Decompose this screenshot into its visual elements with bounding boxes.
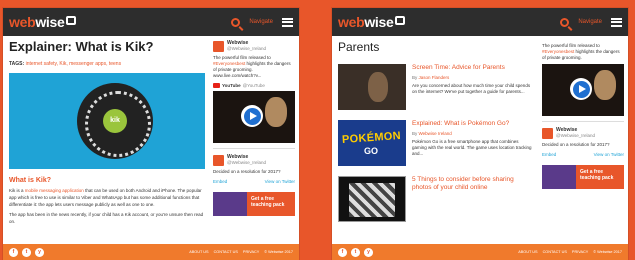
article-excerpt: Pokémon Go is a free smartphone app that… <box>412 139 532 156</box>
twitter-icon[interactable]: t <box>22 247 31 257</box>
article-thumbnail[interactable] <box>338 176 406 222</box>
video-embed[interactable] <box>213 91 295 143</box>
embed-link[interactable]: Embed <box>542 152 556 157</box>
list-item[interactable]: 5 Things to consider before sharing phot… <box>338 176 534 222</box>
sidebar: Webwise @Webwise_Ireland The powerful fil… <box>213 40 295 216</box>
avatar[interactable] <box>542 127 553 139</box>
section-heading: What is Kik? <box>9 176 52 184</box>
page-title: Explainer: What is Kik? <box>9 39 154 54</box>
footer-link-about[interactable]: ABOUT US <box>189 250 208 254</box>
article-main: Explainer: What is Kik? TAGS: internet s… <box>9 39 205 225</box>
hashtag-link[interactable]: #Everyonesbest <box>542 49 574 54</box>
author-link[interactable]: Webwise Ireland <box>419 131 452 136</box>
kik-logo: kik <box>103 108 127 133</box>
article-paragraph: The app has been in the news recently, i… <box>9 211 204 224</box>
footer-copyright: © Webwise 2017 <box>264 250 293 254</box>
footer-link-privacy[interactable]: PRIVACY <box>572 250 588 254</box>
search-icon[interactable] <box>231 17 241 27</box>
menu-icon[interactable] <box>611 17 622 27</box>
page-title: Parents <box>338 40 380 54</box>
article-title-link[interactable]: 5 Things to consider before sharing phot… <box>412 176 534 192</box>
play-button[interactable] <box>241 105 263 127</box>
facebook-icon[interactable]: f <box>9 247 18 257</box>
twitter-icon[interactable]: t <box>351 247 360 257</box>
article-title-link[interactable]: Screen Time: Advice for Parents <box>412 64 534 72</box>
tweet-card: Webwise @Webwise_Ireland Decided on a res… <box>542 127 610 147</box>
article-title-link[interactable]: Explained: What is Pokémon Go? <box>412 120 534 128</box>
left-screenshot: web wise Navigate Explainer: What is Kik?… <box>3 8 299 260</box>
webwise-logo[interactable]: web wise <box>9 14 77 30</box>
view-on-twitter-link[interactable]: View on Twitter <box>594 152 624 157</box>
page-background: web wise Navigate Explainer: What is Kik?… <box>0 0 635 260</box>
video-embed[interactable] <box>542 64 624 116</box>
header-bar: web wise Navigate <box>332 8 628 36</box>
tweet-card: Webwise @Webwise_Ireland The powerful fil… <box>213 40 291 78</box>
sidebar: The powerful film released to #Everyones… <box>542 40 624 189</box>
tweet-card: The powerful film released to #Everyones… <box>542 43 620 60</box>
parents-list: Parents Screen Time: Advice for Parents … <box>338 40 534 222</box>
navigate-link[interactable]: Navigate <box>249 19 273 25</box>
webwise-logo[interactable]: web wise <box>338 14 406 30</box>
tweet-card: Webwise @Webwise_Ireland Decided on a res… <box>213 154 281 174</box>
promo-banner[interactable]: Get a free teaching pack <box>213 192 295 216</box>
list-item[interactable]: POKÉMON GO Explained: What is Pokémon Go?… <box>338 120 534 166</box>
author-link[interactable]: Jason Flanders <box>419 75 450 80</box>
menu-icon[interactable] <box>282 17 293 27</box>
facebook-icon[interactable]: f <box>338 247 347 257</box>
footer-link-about[interactable]: ABOUT US <box>518 250 537 254</box>
youtube-label: YouTube @YouTube <box>213 83 295 88</box>
avatar[interactable] <box>213 40 224 52</box>
article-paragraph: Kik is a mobile messaging application th… <box>9 187 202 207</box>
search-icon[interactable] <box>560 17 570 27</box>
article-thumbnail[interactable] <box>338 64 406 110</box>
youtube-icon[interactable]: y <box>35 247 44 257</box>
youtube-icon[interactable]: y <box>364 247 373 257</box>
inline-link[interactable]: mobile messaging application <box>25 188 84 193</box>
navigate-link[interactable]: Navigate <box>578 19 602 25</box>
promo-banner[interactable]: Get a free teaching pack <box>542 165 624 189</box>
footer-copyright: © Webwise 2017 <box>593 250 622 254</box>
avatar[interactable] <box>213 154 224 166</box>
footer-bar: f t y ABOUT US CONTACT US PRIVACY © Webw… <box>3 244 299 260</box>
play-button[interactable] <box>570 78 592 100</box>
embed-link[interactable]: Embed <box>213 179 227 184</box>
footer-link-privacy[interactable]: PRIVACY <box>243 250 259 254</box>
article-thumbnail[interactable]: POKÉMON GO <box>338 120 406 166</box>
right-screenshot: web wise Navigate Parents Screen Time: Ad… <box>332 8 628 260</box>
hero-image: kik <box>9 72 205 169</box>
footer-link-contact[interactable]: CONTACT US <box>543 250 567 254</box>
list-item[interactable]: Screen Time: Advice for Parents By Jason… <box>338 64 534 110</box>
view-on-twitter-link[interactable]: View on Twitter <box>265 179 295 184</box>
footer-link-contact[interactable]: CONTACT US <box>214 250 238 254</box>
article-tags: TAGS: internet safety, Kik, messenger ap… <box>9 60 122 67</box>
youtube-icon <box>213 83 220 88</box>
article-excerpt: Are you concerned about how much time yo… <box>412 83 531 94</box>
hashtag-link[interactable]: #Everyonesbest <box>213 61 245 66</box>
header-bar: web wise Navigate <box>3 8 299 36</box>
footer-bar: f t y ABOUT US CONTACT US PRIVACY © Webw… <box>332 244 628 260</box>
tag-links[interactable]: internet safety, Kik, messenger apps, te… <box>26 61 122 67</box>
